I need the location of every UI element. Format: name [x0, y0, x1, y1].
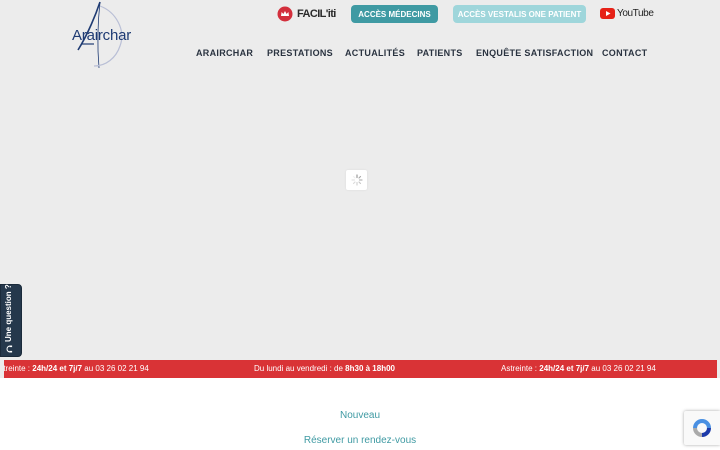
recaptcha-icon: [693, 419, 711, 437]
nav-item-arairchar[interactable]: ARAIRCHAR: [196, 48, 253, 58]
facilti-label: FACIL'iti: [297, 8, 336, 20]
question-tab-label: Une question ?: [4, 284, 13, 342]
recaptcha-badge[interactable]: [684, 411, 720, 445]
youtube-label: YouTube: [617, 8, 654, 19]
nouveau-label: Nouveau: [339, 410, 381, 421]
spinner-icon: [350, 174, 363, 186]
ticker-item: Astreinte : 24h/24 et 7j/7 au 03 26 02 2…: [501, 364, 656, 373]
loading-spinner: [346, 170, 367, 190]
facilti-accessibility-link[interactable]: FACIL'iti: [277, 6, 336, 22]
headset-icon: [6, 345, 12, 353]
acces-medecins-button[interactable]: ACCÈS MÉDECINS: [351, 5, 438, 23]
question-tab-content: Une question ?: [4, 284, 13, 353]
nav-item-patients[interactable]: PATIENTS: [417, 48, 463, 58]
facilti-crown-icon: [277, 6, 293, 22]
nouveau-heading: Nouveau: [0, 410, 720, 421]
main-navigation: ARAIRCHAR PRESTATIONS ACTUALITÉS PATIENT…: [0, 48, 720, 62]
youtube-link[interactable]: YouTube: [600, 8, 654, 19]
reserver-rdv-link[interactable]: Réserver un rendez-vous: [304, 435, 416, 446]
nav-item-prestations[interactable]: PRESTATIONS: [267, 48, 333, 58]
ticker-item: Du lundi au vendredi : de 8h30 à 18h00: [254, 364, 395, 373]
question-side-tab[interactable]: Une question ?: [0, 284, 22, 357]
youtube-play-icon: [600, 8, 615, 19]
nav-item-contact[interactable]: CONTACT: [602, 48, 647, 58]
ticker-item: Astreinte : 24h/24 et 7j/7 au 03 26 02 2…: [4, 364, 149, 373]
logo-text: Arairchar: [72, 27, 132, 44]
nav-item-enquete-satisfaction[interactable]: ENQUÊTE SATISFACTION: [476, 48, 593, 58]
info-ticker-banner: Astreinte : 24h/24 et 7j/7 au 03 26 02 2…: [4, 360, 717, 378]
reserver-rdv-link-row: Réserver un rendez-vous: [0, 435, 720, 446]
acces-vestalis-button[interactable]: ACCÈS VESTALIS ONE PATIENT: [453, 5, 586, 23]
nav-item-actualites[interactable]: ACTUALITÉS: [345, 48, 405, 58]
